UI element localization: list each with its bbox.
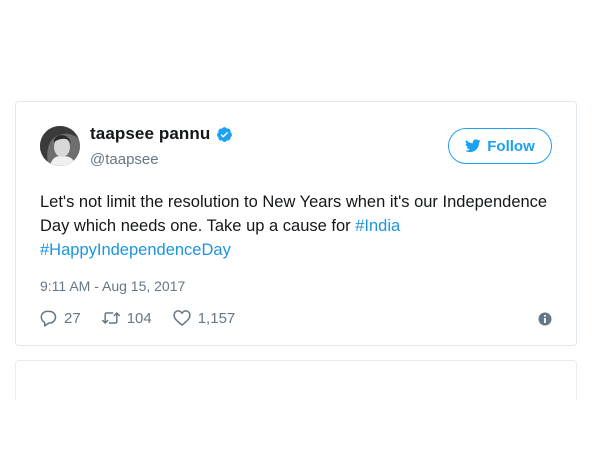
like-count: 1,157 bbox=[197, 309, 236, 327]
retweet-action[interactable]: 104 bbox=[101, 308, 152, 328]
follow-label: Follow bbox=[487, 137, 535, 155]
reply-action[interactable]: 27 bbox=[38, 308, 81, 328]
tweet-body: Let's not limit the resolution to New Ye… bbox=[40, 193, 548, 235]
hashtag-india-link[interactable]: #India bbox=[355, 217, 400, 235]
next-tweet-card bbox=[15, 360, 577, 400]
like-icon bbox=[173, 310, 191, 326]
like-action[interactable]: 1,157 bbox=[172, 308, 236, 328]
tweet-card: taapsee pannu @taapsee Follow Let's not … bbox=[15, 101, 577, 346]
tweet-text: Let's not limit the resolution to New Ye… bbox=[40, 190, 560, 262]
retweet-icon bbox=[101, 312, 120, 324]
author-name-row: taapsee pannu bbox=[90, 124, 233, 144]
retweet-count: 104 bbox=[126, 309, 152, 327]
avatar[interactable] bbox=[40, 126, 80, 166]
author-handle[interactable]: @taapsee bbox=[90, 151, 159, 168]
follow-button[interactable]: Follow bbox=[448, 128, 552, 164]
tweet-actions: 27 104 1,157 bbox=[38, 308, 255, 328]
tweet-timestamp[interactable]: 9:11 AM - Aug 15, 2017 bbox=[40, 278, 185, 294]
hashtag-happy-independence-day-link[interactable]: #HappyIndependenceDay bbox=[40, 241, 231, 259]
twitter-bird-icon bbox=[465, 139, 481, 153]
reply-count: 27 bbox=[64, 309, 81, 327]
author-name[interactable]: taapsee pannu bbox=[90, 124, 210, 144]
verified-badge-icon bbox=[216, 126, 233, 143]
reply-icon bbox=[40, 310, 57, 327]
info-icon[interactable] bbox=[538, 312, 552, 326]
